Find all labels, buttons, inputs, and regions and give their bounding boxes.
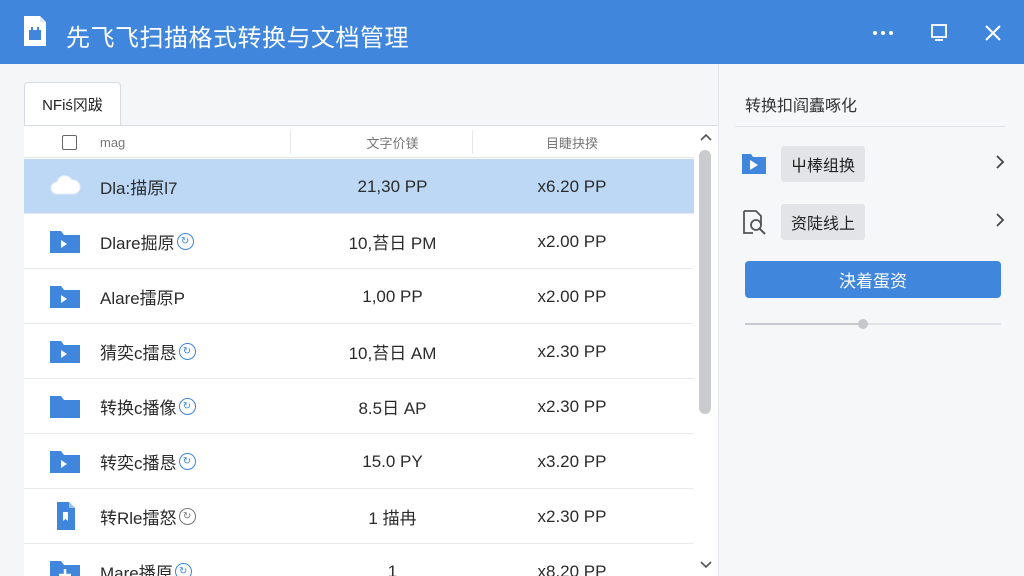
folder-icon: [50, 286, 80, 308]
chevron-right-icon: [995, 212, 1005, 233]
file-name-label: Dla:描原l7: [100, 179, 178, 198]
file-size: x2.30 PP: [537, 341, 607, 361]
file-size: x2.30 PP: [537, 506, 607, 526]
sync-icon: ↻: [178, 453, 196, 470]
side-panel-title: 转换扣阎蠹啄化: [745, 98, 858, 115]
folder-icon: [50, 231, 80, 253]
side-item-online[interactable]: 资陡线上: [741, 202, 1009, 242]
file-size: x2.00 PP: [537, 286, 607, 306]
checkbox-icon: [62, 134, 77, 150]
file-size: x8.20 PP: [537, 561, 607, 576]
file-time: 1 描冉: [368, 509, 417, 528]
file-time: 15.0 PY: [362, 451, 423, 471]
conversion-side-panel: 转换扣阎蠹啄化 屮棒组换 资陡线上 決着蛋资: [718, 64, 1024, 576]
tab-files[interactable]: NFiś冈跋: [24, 82, 121, 126]
sync-icon: ↻: [178, 508, 196, 525]
file-time: 1: [387, 561, 398, 576]
app-logo-icon: [24, 16, 46, 46]
file-name-label: Mare播原: [100, 564, 173, 576]
table-row[interactable]: Alare擂原P 1,00 PP x2.00 PP: [24, 269, 694, 324]
file-time: 10,苔日 PM: [348, 234, 437, 253]
file-icon: [57, 502, 75, 530]
sync-icon: ↻: [178, 398, 196, 415]
primary-action-button[interactable]: 決着蛋资: [745, 261, 1001, 298]
file-name: Mare播原 ↻: [100, 544, 192, 576]
table-row[interactable]: 转换c播像 ↻ 8.5日 AP x2.30 PP: [24, 379, 694, 434]
folder-icon: [50, 341, 80, 363]
side-item-convert[interactable]: 屮棒组换: [741, 144, 1009, 184]
side-item-label: 屮棒组换: [781, 146, 866, 182]
file-time: 1,00 PP: [362, 286, 423, 306]
file-name: 转Rle擂怒 ↻: [100, 489, 196, 544]
file-name-label: 转Rle擂怒: [100, 509, 177, 528]
cloud-icon: [50, 175, 81, 195]
column-header-name[interactable]: mag: [100, 126, 125, 158]
table-row[interactable]: Dla:描原l7 21,30 PP x6.20 PP: [24, 159, 694, 214]
progress-knob[interactable]: [857, 319, 868, 329]
title-bar: 先飞飞扫描格式转换与文档管理: [0, 0, 1024, 64]
file-size: x2.00 PP: [537, 231, 607, 251]
file-size: x6.20 PP: [537, 176, 607, 196]
table-row[interactable]: 转Rle擂怒 ↻ 1 描冉 x2.30 PP: [24, 489, 694, 544]
chevron-right-icon: [995, 154, 1005, 175]
side-item-label: 资陡线上: [781, 204, 866, 240]
file-name-label: Dlare掘原: [100, 234, 175, 253]
progress-fill: [745, 323, 863, 325]
sync-icon: ↻: [178, 343, 196, 360]
progress-slider[interactable]: [745, 319, 1001, 329]
restore-window-button[interactable]: [922, 16, 956, 50]
folder-icon: [50, 451, 80, 473]
vertical-scrollbar[interactable]: [694, 126, 718, 576]
folder-add-icon: [50, 561, 80, 576]
more-options-button[interactable]: [866, 16, 900, 50]
file-name-label: 转奕c播恳: [100, 454, 177, 473]
file-list-panel: NFiś冈跋 mag 文字价镁 目睫抉揆 Dla:描原l7 21,30 PP x…: [0, 64, 718, 576]
file-time: 8.5日 AP: [358, 399, 427, 418]
sync-icon: ↻: [174, 563, 192, 576]
search-file-icon: [743, 210, 766, 235]
table-body: Dla:描原l7 21,30 PP x6.20 PP Dlare掘原 ↻ 10,…: [24, 159, 694, 576]
app-title: 先飞飞扫描格式转换与文档管理: [66, 25, 409, 52]
folder-icon: [50, 396, 80, 418]
scroll-thumb[interactable]: [699, 150, 711, 414]
sync-icon: ↻: [176, 233, 194, 250]
select-all-checkbox[interactable]: [62, 126, 77, 158]
table-row[interactable]: Dlare掘原 ↻ 10,苔日 PM x2.00 PP: [24, 214, 694, 269]
scroll-up-icon[interactable]: [698, 130, 714, 144]
play-folder-icon: [742, 154, 766, 174]
file-name: Dlare掘原 ↻: [100, 214, 194, 269]
file-name: Dla:描原l7: [100, 159, 177, 214]
file-name-label: 猜奕c擂恳: [100, 344, 177, 363]
restore-window-icon: [931, 24, 947, 41]
divider: [735, 126, 1005, 127]
close-icon: [985, 25, 1001, 41]
file-size: x2.30 PP: [537, 396, 607, 416]
file-name: 转换c播像 ↻: [100, 379, 196, 434]
file-time: 21,30 PP: [357, 176, 428, 196]
file-name: 猜奕c擂恳 ↻: [100, 324, 196, 379]
file-name: Alare擂原P: [100, 269, 185, 324]
file-size: x3.20 PP: [537, 451, 607, 471]
table-row[interactable]: 猜奕c擂恳 ↻ 10,苔日 AM x2.30 PP: [24, 324, 694, 379]
table-row[interactable]: Mare播原 ↻ 1 x8.20 PP: [24, 544, 694, 576]
file-name-label: Alare擂原P: [100, 289, 186, 308]
column-header-size[interactable]: 目睫抉揆: [472, 126, 672, 158]
file-name: 转奕c播恳 ↻: [100, 434, 196, 489]
file-time: 10,苔日 AM: [348, 344, 437, 363]
close-window-button[interactable]: [976, 16, 1010, 50]
scroll-down-icon[interactable]: [698, 558, 714, 572]
column-header-time[interactable]: 文字价镁: [290, 126, 495, 158]
file-name-label: 转换c播像: [100, 399, 177, 418]
more-horizontal-icon: [873, 31, 893, 35]
file-table: mag 文字价镁 目睫抉揆 Dla:描原l7 21,30 PP x6.20 PP: [24, 125, 718, 576]
table-row[interactable]: 转奕c播恳 ↻ 15.0 PY x3.20 PP: [24, 434, 694, 489]
table-header: mag 文字价镁 目睫抉揆: [24, 126, 694, 158]
